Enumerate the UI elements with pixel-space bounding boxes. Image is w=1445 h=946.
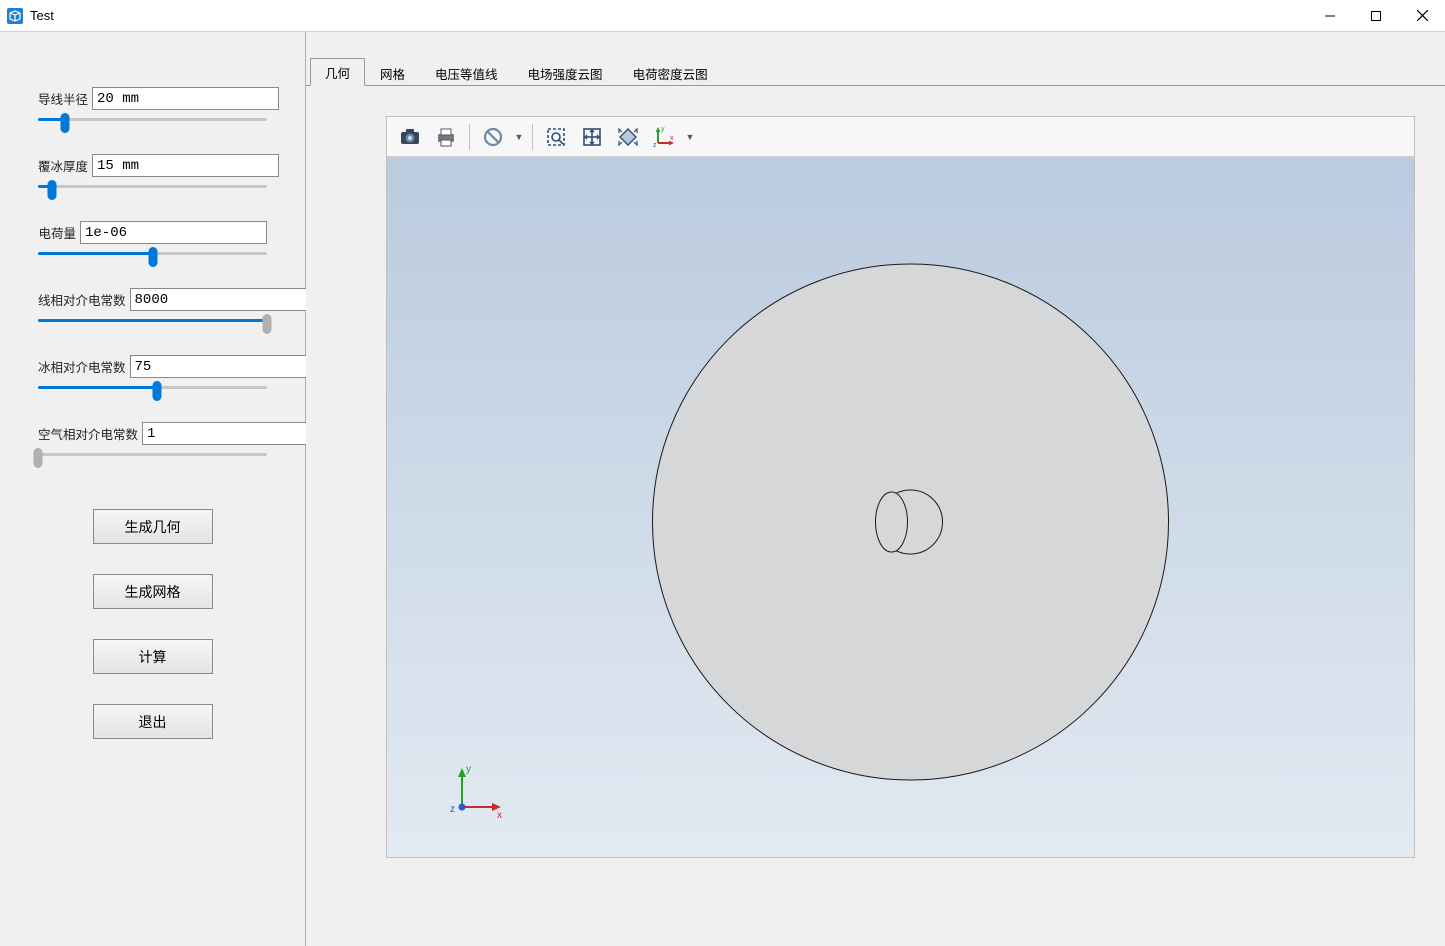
param-label: 导线半径 — [38, 89, 92, 108]
toolbar-separator — [469, 124, 470, 150]
param-label: 覆冰厚度 — [38, 156, 92, 175]
action-buttons: 生成几何 生成网格 计算 退出 — [38, 509, 267, 739]
side-panel: 导线半径 覆冰厚度 电荷量 — [0, 32, 306, 946]
charge-slider[interactable] — [38, 248, 267, 258]
tab-mesh[interactable]: 网格 — [365, 59, 420, 86]
main-layout: 导线半径 覆冰厚度 电荷量 — [0, 32, 1445, 946]
param-label: 冰相对介电常数 — [38, 357, 130, 376]
axis-z-label: z — [450, 804, 455, 815]
param-eps-wire: 线相对介电常数 — [38, 288, 267, 325]
charge-input[interactable] — [80, 221, 267, 244]
param-label: 空气相对介电常数 — [38, 424, 142, 443]
window-title: Test — [30, 8, 54, 23]
generate-mesh-button[interactable]: 生成网格 — [93, 574, 213, 609]
diamond-icon[interactable] — [611, 121, 645, 153]
eps-air-slider[interactable] — [38, 449, 267, 459]
param-label: 电荷量 — [38, 223, 80, 242]
eps-air-input[interactable] — [142, 422, 329, 445]
tab-voltage[interactable]: 电压等值线 — [420, 59, 513, 86]
maximize-button[interactable] — [1353, 0, 1399, 32]
axis-indicator: y x z — [447, 762, 507, 822]
viewer-toolbar: ▼ — [387, 117, 1414, 157]
svg-text:y: y — [661, 126, 665, 133]
toolbar-separator — [532, 124, 533, 150]
generate-geometry-button[interactable]: 生成几何 — [93, 509, 213, 544]
eps-ice-slider[interactable] — [38, 382, 267, 392]
app-icon — [6, 7, 24, 25]
wire-radius-input[interactable] — [92, 87, 279, 110]
axis-x-label: x — [497, 810, 502, 821]
viewer-container: ▼ — [386, 116, 1415, 858]
nosymbol-icon[interactable] — [476, 121, 510, 153]
geometry-viewport[interactable]: y x z — [387, 157, 1414, 857]
content-area: 几何 网格 电压等值线 电场强度云图 电荷密度云图 — [306, 32, 1445, 946]
tab-geometry[interactable]: 几何 — [310, 58, 365, 86]
camera-icon[interactable] — [393, 121, 427, 153]
eps-wire-slider[interactable] — [38, 315, 267, 325]
print-icon[interactable] — [429, 121, 463, 153]
tab-efield[interactable]: 电场强度云图 — [513, 59, 618, 86]
ice-thickness-slider[interactable] — [38, 181, 267, 191]
tab-charge-cloud[interactable]: 电荷密度云图 — [618, 59, 723, 86]
axes-icon[interactable]: y x z — [647, 121, 681, 153]
zoom-box-icon[interactable] — [539, 121, 573, 153]
title-bar: Test — [0, 0, 1445, 32]
tab-strip: 几何 网格 电压等值线 电场强度云图 电荷密度云图 — [306, 62, 1445, 86]
svg-text:z: z — [653, 142, 657, 149]
wire-radius-slider[interactable] — [38, 114, 267, 124]
param-ice-thickness: 覆冰厚度 — [38, 154, 267, 191]
param-eps-air: 空气相对介电常数 — [38, 422, 267, 459]
param-charge: 电荷量 — [38, 221, 267, 258]
ice-thickness-input[interactable] — [92, 154, 279, 177]
close-button[interactable] — [1399, 0, 1445, 32]
exit-button[interactable]: 退出 — [93, 704, 213, 739]
nosymbol-dropdown[interactable]: ▼ — [512, 121, 526, 153]
compute-button[interactable]: 计算 — [93, 639, 213, 674]
param-eps-ice: 冰相对介电常数 — [38, 355, 267, 392]
svg-text:x: x — [670, 135, 674, 142]
eps-ice-input[interactable] — [130, 355, 317, 378]
axis-y-label: y — [466, 764, 471, 775]
param-wire-radius: 导线半径 — [38, 87, 267, 124]
eps-wire-input[interactable] — [130, 288, 317, 311]
geometry-canvas — [387, 157, 1414, 857]
param-label: 线相对介电常数 — [38, 290, 130, 309]
axes-dropdown[interactable]: ▼ — [683, 121, 697, 153]
fit-view-icon[interactable] — [575, 121, 609, 153]
minimize-button[interactable] — [1307, 0, 1353, 32]
